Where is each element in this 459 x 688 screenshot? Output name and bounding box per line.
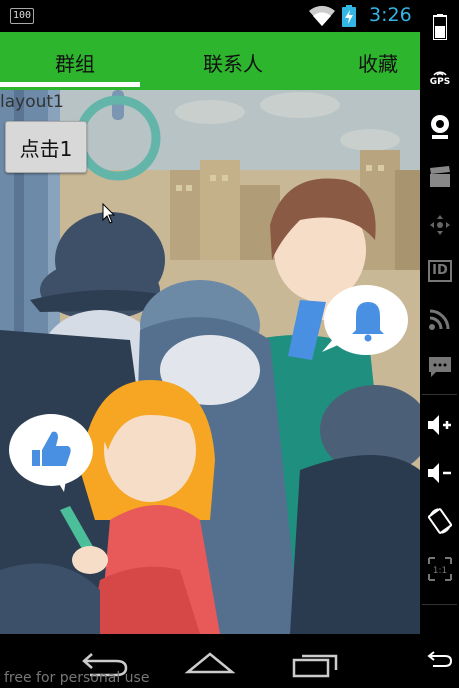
tab-bar: 群组 联系人 收藏 xyxy=(0,32,420,90)
click-button[interactable]: 点击1 xyxy=(5,121,87,173)
status-bar: 100 3:26 xyxy=(0,0,420,32)
mouse-cursor-icon xyxy=(102,203,116,224)
gps-icon[interactable]: GPS xyxy=(425,62,455,92)
status-clock: 3:26 xyxy=(369,4,412,26)
volume-up-icon[interactable] xyxy=(425,410,455,440)
recents-button[interactable] xyxy=(284,648,344,678)
rotate-icon[interactable] xyxy=(425,506,455,536)
dpad-icon[interactable] xyxy=(425,210,455,240)
scale-label: 1:1 xyxy=(433,566,447,576)
battery-charging-icon xyxy=(342,5,356,27)
battery-icon[interactable] xyxy=(425,12,455,42)
media-icon[interactable] xyxy=(425,162,455,192)
back-icon[interactable] xyxy=(425,644,455,674)
rss-icon[interactable] xyxy=(425,304,455,334)
tab-favorites[interactable]: 收藏 xyxy=(340,32,420,84)
emulator-sidebar: GPS ID 1:1 xyxy=(420,0,459,688)
webcam-icon[interactable] xyxy=(425,112,455,142)
sidebar-divider xyxy=(422,604,457,605)
wifi-icon xyxy=(309,5,335,26)
sms-icon[interactable] xyxy=(425,352,455,382)
id-label: ID xyxy=(428,260,452,282)
battery-level-indicator: 100 xyxy=(10,8,34,24)
volume-down-icon[interactable] xyxy=(425,458,455,488)
sidebar-divider xyxy=(422,394,457,395)
gps-label: GPS xyxy=(429,77,451,87)
watermark-text: free for personal use xyxy=(4,670,150,686)
layout-label: layout1 xyxy=(0,92,64,112)
tab-contacts[interactable]: 联系人 xyxy=(178,32,288,84)
id-icon[interactable]: ID xyxy=(425,256,455,286)
app-content: 群组 联系人 收藏 layout1 点击1 xyxy=(0,32,420,634)
scale-icon[interactable]: 1:1 xyxy=(425,554,455,584)
tab-groups[interactable]: 群组 xyxy=(20,32,130,84)
tab-selected-indicator xyxy=(0,82,140,87)
home-button[interactable] xyxy=(180,648,240,678)
emulator-device: 100 3:26 群组 联系人 收藏 layout1 点击1 free for … xyxy=(0,0,459,688)
